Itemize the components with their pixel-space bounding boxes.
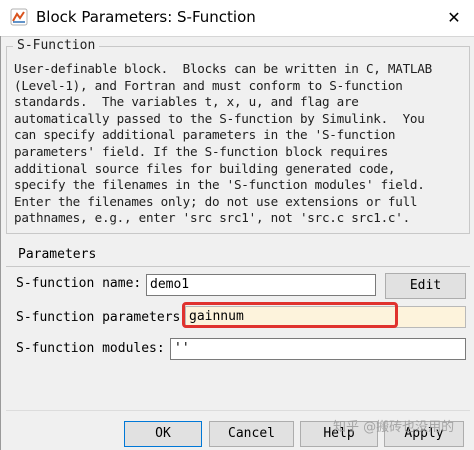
sfunction-name-input[interactable]: demo1 xyxy=(146,274,376,296)
sfunction-modules-input[interactable]: '' xyxy=(170,338,466,360)
sfunction-modules-label: S-function modules: xyxy=(16,341,165,356)
parameters-section-title: Parameters xyxy=(18,247,97,262)
ok-button[interactable]: OK xyxy=(124,421,202,447)
edit-button[interactable]: Edit xyxy=(385,273,466,299)
title-bar: Block Parameters: S-Function ✕ xyxy=(0,0,474,37)
description-line: parameters' field. If the S-function blo… xyxy=(14,143,388,159)
window-title: Block Parameters: S-Function xyxy=(36,8,256,26)
description-line: pathnames, e.g., enter 'src src1', not '… xyxy=(14,210,410,226)
description-line: specify the filenames in the 'S-function… xyxy=(14,177,425,193)
sfunction-group-legend: S-Function xyxy=(13,38,100,53)
description-line: can specify additional parameters in the… xyxy=(14,127,396,143)
button-bar-divider xyxy=(6,410,470,411)
watermark-text: 知乎 @搬砖也没用的 xyxy=(333,420,455,435)
parameters-divider xyxy=(6,266,470,267)
description-line: standards. The variables t, x, u, and fl… xyxy=(14,94,359,110)
sfunction-name-label: S-function name: xyxy=(16,276,142,291)
description-line: (Level-1), and Fortran and must conform … xyxy=(14,77,403,93)
description-line: automatically passed to the S-function b… xyxy=(14,110,425,126)
window-left-border xyxy=(0,36,1,450)
red-highlight-box xyxy=(182,302,398,328)
description-line: Enter the filenames only; do not use ext… xyxy=(14,193,418,209)
close-icon[interactable]: ✕ xyxy=(434,0,474,36)
sfunction-parameters-label: S-function parameters xyxy=(16,310,181,325)
description-line: User-definable block. Blocks can be writ… xyxy=(14,61,432,76)
cancel-button[interactable]: Cancel xyxy=(209,421,294,447)
description-line: additional source files for building gen… xyxy=(14,160,396,176)
simulink-app-icon xyxy=(10,8,28,26)
sfunction-description: User-definable block. Blocks can be writ… xyxy=(14,61,466,227)
